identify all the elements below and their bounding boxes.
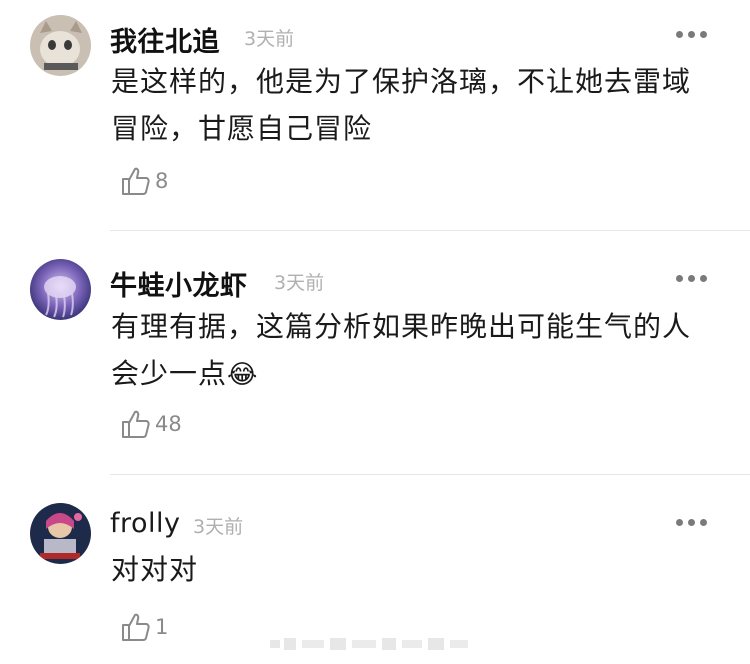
timestamp: 3天前 xyxy=(193,516,244,538)
comment-text: 有理有据，这篇分析如果昨晚出可能生气的人会少一点😂 xyxy=(111,303,711,399)
username[interactable]: 牛蛙小龙虾 xyxy=(110,264,248,303)
more-dots-icon[interactable] xyxy=(672,28,712,42)
like-count: 1 xyxy=(155,615,169,639)
thumbs-up-icon xyxy=(122,167,150,195)
watermark xyxy=(270,634,470,654)
timestamp: 3天前 xyxy=(244,28,295,50)
comment-text: 是这样的，他是为了保护洛璃，不让她去雷域冒险，甘愿自己冒险 xyxy=(111,65,692,145)
tears-of-joy-emoji: 😂 xyxy=(227,360,259,390)
divider xyxy=(110,474,750,475)
thumbs-up-icon xyxy=(122,410,150,438)
comment-text: 对对对 xyxy=(111,553,199,586)
avatar[interactable] xyxy=(30,259,91,320)
more-dots-icon[interactable] xyxy=(672,272,712,286)
more-dots-icon[interactable] xyxy=(672,516,712,530)
username[interactable]: 我往北追 xyxy=(110,20,220,59)
like-count: 48 xyxy=(155,412,182,436)
username[interactable]: frolly xyxy=(110,508,181,539)
comment-text-body: 有理有据，这篇分析如果昨晚出可能生气的人会少一点 xyxy=(111,310,692,390)
divider xyxy=(110,230,750,231)
like-count: 8 xyxy=(155,169,169,193)
avatar[interactable] xyxy=(30,503,91,564)
avatar[interactable] xyxy=(30,15,91,76)
thumbs-up-icon xyxy=(122,613,150,641)
timestamp: 3天前 xyxy=(274,272,325,294)
